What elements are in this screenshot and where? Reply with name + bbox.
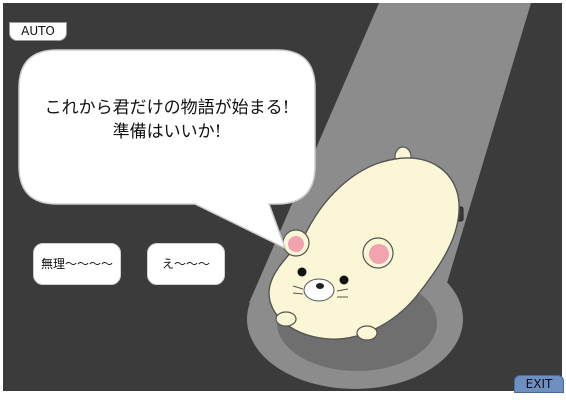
choice-button-eh[interactable]: え〜〜〜 [147, 243, 225, 285]
dialogue-text: これから君だけの物語が始まる! 準備はいいか! [17, 96, 317, 144]
speech-bubble: これから君だけの物語が始まる! 準備はいいか! [17, 48, 317, 250]
auto-button[interactable]: AUTO [9, 22, 67, 41]
hamster-left-eye [297, 267, 307, 277]
dialogue-line-1: これから君だけの物語が始まる! [44, 98, 290, 118]
exit-button[interactable]: EXIT [514, 375, 564, 393]
dialogue-line-2: 準備はいいか! [112, 122, 222, 142]
choice-button-refuse[interactable]: 無理〜〜〜〜 [33, 243, 121, 285]
hamster-nose [316, 283, 324, 289]
hamster-right-eye [339, 275, 349, 285]
game-stage: AUTO これから君だけの物語が始まる! 準備はいいか! 無理〜〜〜〜 え〜〜〜 [3, 3, 562, 391]
